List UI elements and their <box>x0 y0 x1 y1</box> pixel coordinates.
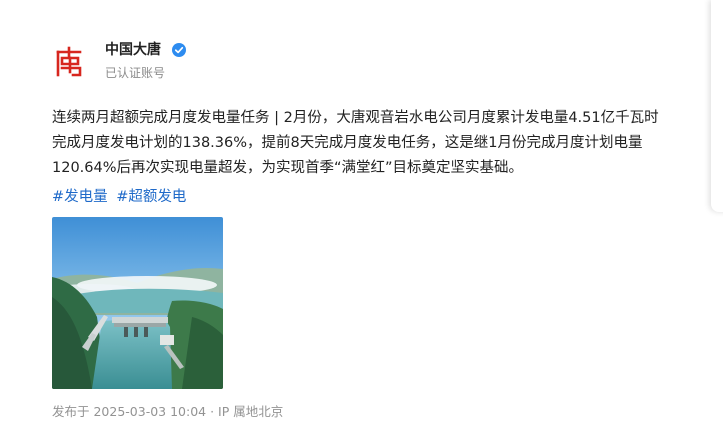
author-name[interactable]: 中国大唐 <box>105 41 161 59</box>
hashtag-link[interactable]: #超额发电 <box>116 189 186 205</box>
post-text: 连续两月超额完成月度发电量任务 | 2月份，大唐观音岩水电公司月度累计发电量4.… <box>52 106 722 181</box>
post-meta: 发布于 2025-03-03 10:04 · IP 属地北京 <box>52 404 284 419</box>
post-image[interactable] <box>52 217 223 389</box>
datang-logo-icon <box>56 46 82 77</box>
verified-badge-icon <box>172 43 186 57</box>
side-panel-edge <box>711 0 723 212</box>
post-text-line: 连续两月超额完成月度发电量任务 | 2月份，大唐观音岩水电公司月度累计发电量4.… <box>52 110 659 126</box>
post-text-line: 完成月度发电计划的138.36%，提前8天完成月度发电任务，这是继1月份完成月度… <box>52 135 643 151</box>
avatar[interactable] <box>49 42 89 82</box>
account-type-label: 已认证账号 <box>105 66 166 80</box>
post-text-line: 120.64%后再次实现电量超发，为实现首季“满堂红”目标奠定坚实基础。 <box>52 160 524 176</box>
hashtag-list: #发电量 #超额发电 <box>52 187 190 207</box>
hashtag-link[interactable]: #发电量 <box>52 189 108 205</box>
hydropower-dam-photo <box>52 217 223 389</box>
